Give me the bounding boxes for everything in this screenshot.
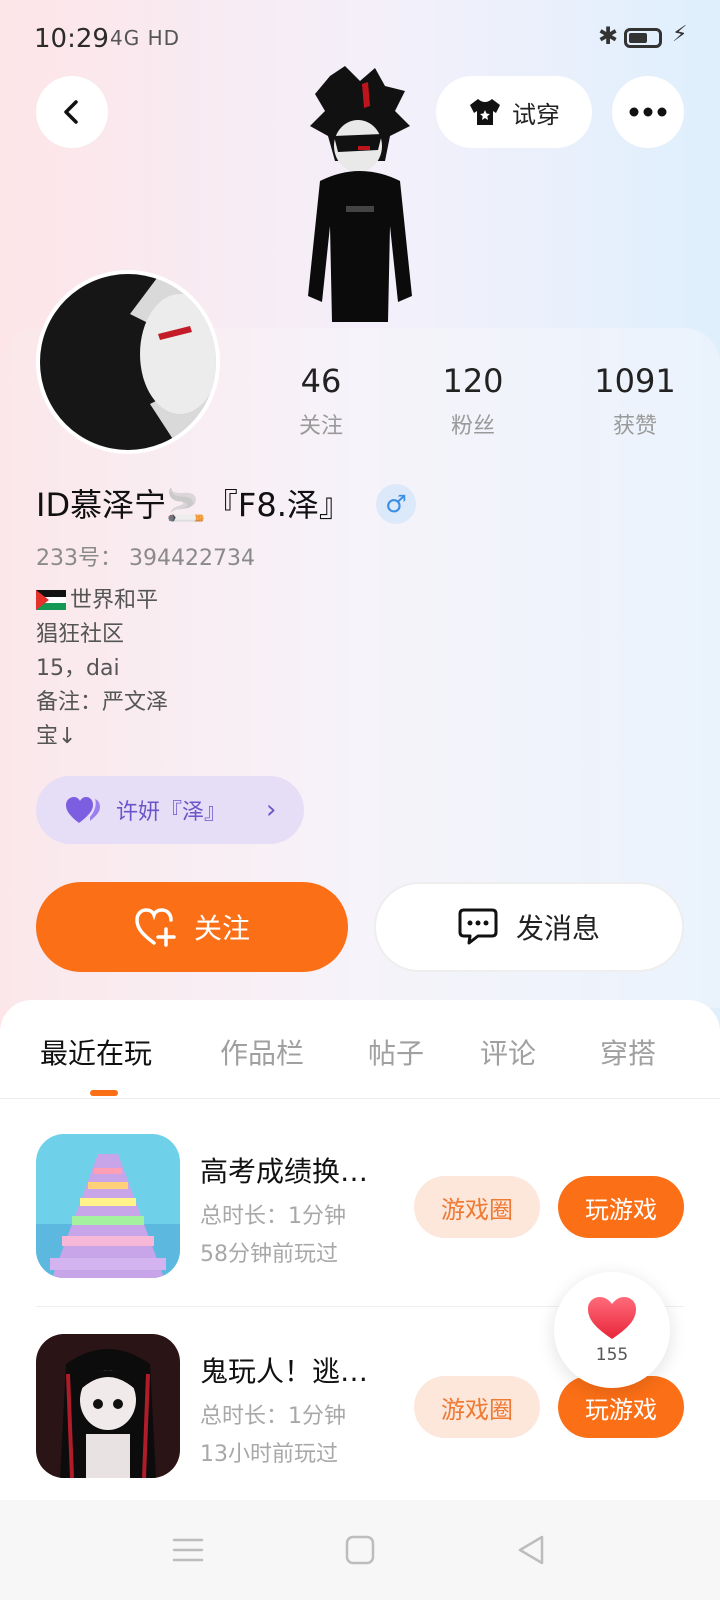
try-on-button[interactable]: 试穿 <box>436 76 592 148</box>
bio-line: 猖狂社区 <box>36 622 125 647</box>
tab-works[interactable]: 作品栏 <box>220 1032 304 1072</box>
stat-label: 关注 <box>298 414 343 439</box>
send-message-label: 发消息 <box>515 912 600 945</box>
stat-value: 46 <box>300 362 342 400</box>
back-chevron-icon <box>64 100 78 124</box>
double-heart-icon <box>66 797 100 823</box>
game-circle-button[interactable]: 游戏圈 <box>414 1376 540 1438</box>
status-time: 10:29 <box>34 24 109 54</box>
bio-line: 宝↓ <box>36 724 77 749</box>
bio-line: 15，dai <box>36 656 120 681</box>
stat-likes[interactable]: 1091 获赞 <box>570 362 700 440</box>
stat-following[interactable]: 46 关注 <box>256 362 386 440</box>
game-duration: 总时长：1分钟 <box>200 1204 346 1229</box>
tab-posts[interactable]: 帖子 <box>368 1032 424 1072</box>
bio-line: 备注：严文泽 <box>36 690 169 715</box>
follow-button[interactable]: 关注 <box>36 882 348 972</box>
bio-line: 世界和平 <box>36 584 168 618</box>
try-on-label: 试穿 <box>512 100 560 129</box>
game-last-played: 58分钟前玩过 <box>200 1242 338 1267</box>
game-title[interactable]: 鬼玩人！逃… <box>200 1350 368 1390</box>
more-button[interactable] <box>612 76 684 148</box>
cp-name: 许妍『泽』 <box>116 800 227 825</box>
game-icon[interactable] <box>36 1134 180 1278</box>
bolt-icon: ⚡ <box>672 22 688 47</box>
active-tab-indicator <box>90 1090 118 1096</box>
back-button[interactable] <box>36 76 108 148</box>
like-button[interactable]: 155 <box>554 1272 670 1388</box>
chevron-right-icon: › <box>266 795 277 825</box>
profile-name: ID慕泽宁🚬『F8.泽』 <box>36 486 351 524</box>
home-icon[interactable] <box>344 1534 376 1566</box>
palestine-flag-icon <box>36 590 66 610</box>
network-indicator: 4G HD <box>110 26 181 50</box>
stat-value: 120 <box>442 362 504 400</box>
game-last-played: 13小时前玩过 <box>200 1442 338 1467</box>
more-dots-icon <box>629 107 667 117</box>
game-icon[interactable] <box>36 1334 180 1478</box>
back-triangle-icon[interactable] <box>516 1534 548 1566</box>
stat-label: 粉丝 <box>450 414 495 439</box>
battery-icon <box>624 28 662 48</box>
male-gender-icon: ♂ <box>376 484 416 524</box>
avatar[interactable] <box>36 270 220 454</box>
stat-followers[interactable]: 120 粉丝 <box>408 362 538 440</box>
follow-label: 关注 <box>193 912 250 945</box>
game-duration: 总时长：1分钟 <box>200 1404 346 1429</box>
game-circle-button[interactable]: 游戏圈 <box>414 1176 540 1238</box>
tshirt-icon <box>470 99 500 125</box>
like-count: 155 <box>595 1345 629 1365</box>
cp-partner-badge[interactable]: 许妍『泽』 › <box>36 776 304 844</box>
tab-comments[interactable]: 评论 <box>480 1032 536 1072</box>
tab-divider <box>0 1098 720 1099</box>
menu-icon[interactable] <box>172 1536 204 1564</box>
bio: 世界和平 猖狂社区 15，dai 备注：严文泽 宝↓ <box>36 584 168 754</box>
avatar-figure-image <box>308 66 412 322</box>
rainbow-road-game-image <box>36 1134 180 1278</box>
play-game-button[interactable]: 玩游戏 <box>558 1176 684 1238</box>
user-id[interactable]: 233号： 394422734 <box>36 540 255 572</box>
send-message-button[interactable]: 发消息 <box>374 882 684 972</box>
heart-icon <box>588 1297 636 1339</box>
stat-value: 1091 <box>594 362 676 400</box>
avatar-image <box>40 274 216 450</box>
bluetooth-icon: ✱ <box>598 22 619 50</box>
ghost-girl-game-image <box>36 1334 180 1478</box>
game-title[interactable]: 高考成绩换… <box>200 1150 368 1190</box>
chat-bubble-icon <box>458 908 498 945</box>
heart-plus-icon <box>135 908 176 947</box>
system-nav-bar <box>0 1500 720 1600</box>
tab-recently-played[interactable]: 最近在玩 <box>40 1032 152 1072</box>
stat-label: 获赞 <box>612 414 657 439</box>
tab-outfits[interactable]: 穿搭 <box>600 1032 656 1072</box>
